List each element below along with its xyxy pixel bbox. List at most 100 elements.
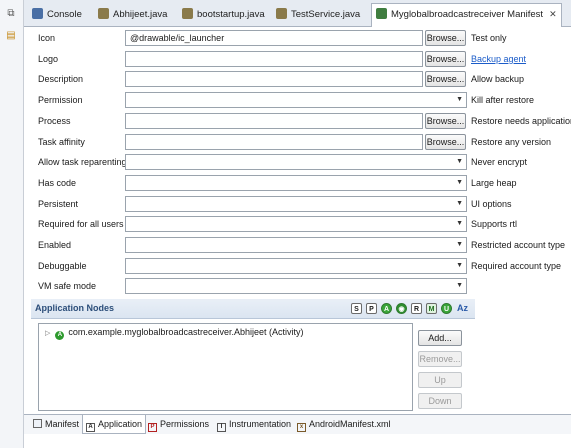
vm-safe-mode-select[interactable]: ▼: [125, 278, 467, 295]
instrumentation-page-icon: I: [217, 423, 226, 432]
java-file-icon: [182, 8, 193, 19]
tab-label: Manifest: [45, 419, 80, 429]
has-code-label: Has code: [38, 177, 77, 188]
tab-label: TestService.java: [291, 9, 361, 20]
row-logo: Logo Browse... Backup agent: [24, 50, 571, 70]
tab-label: Console: [47, 9, 82, 20]
restore-needs-application-label: Restore needs application: [471, 115, 571, 126]
row-description: Description Browse... Allow backup: [24, 70, 571, 90]
process-browse-button[interactable]: Browse...: [425, 112, 466, 129]
manifest-editor-pages: Manifest A Application P Permissions I Inst…: [24, 414, 571, 434]
large-heap-label: Large heap: [471, 177, 517, 188]
tab-testservice-java[interactable]: TestService.java: [272, 4, 364, 25]
permission-label: Permission: [38, 95, 83, 106]
application-nodes-header: Application Nodes S P A ◉ R M U Az: [31, 299, 475, 319]
receiver-icon[interactable]: R: [411, 303, 422, 314]
uses-library-icon[interactable]: U: [441, 303, 452, 314]
tab-abhijeet-java[interactable]: Abhijeet.java: [94, 4, 171, 25]
task-affinity-browse-button[interactable]: Browse...: [425, 133, 466, 150]
package-explorer-icon[interactable]: ▤: [5, 30, 17, 42]
allow-task-reparenting-label: Allow task reparenting: [38, 157, 127, 168]
expand-arrow-icon[interactable]: ▷: [45, 330, 50, 337]
tab-label: Application: [98, 419, 143, 429]
activity-icon[interactable]: A: [381, 303, 392, 314]
tab-label: bootstartup.java: [197, 9, 265, 20]
metadata-icon[interactable]: M: [426, 303, 437, 314]
up-button[interactable]: Up: [418, 372, 462, 388]
task-affinity-input[interactable]: [125, 133, 423, 150]
close-icon[interactable]: ✕: [549, 9, 557, 19]
editor-tab-bar: Console Abhijeet.java bootstartup.java T…: [24, 0, 571, 27]
row-process: Process Browse... Restore needs applicatio…: [24, 112, 571, 132]
required-for-all-users-select[interactable]: ▼: [125, 216, 467, 233]
enabled-select[interactable]: ▼: [125, 237, 467, 253]
logo-input[interactable]: [125, 50, 423, 67]
icon-browse-button[interactable]: Browse...: [425, 30, 466, 46]
tab-label: Myglobalbroadcastreceiver Manifest: [391, 9, 544, 20]
tab-console[interactable]: Console: [28, 4, 86, 25]
tab-androidmanifest-xml[interactable]: x AndroidManifest.xml: [294, 415, 394, 433]
row-required-for-all-users: Required for all users ▼ Supports rtl: [24, 215, 571, 235]
application-nodes-title: Application Nodes: [35, 303, 115, 313]
service-icon[interactable]: S: [351, 303, 362, 314]
task-affinity-label: Task affinity: [38, 136, 85, 147]
backup-agent-link[interactable]: Backup agent: [471, 54, 526, 64]
logo-browse-button[interactable]: Browse...: [425, 50, 466, 67]
supports-rtl-label: Supports rtl: [471, 219, 518, 230]
application-page-icon: A: [86, 423, 95, 432]
allow-backup-label: Allow backup: [471, 74, 525, 85]
allow-task-reparenting-select[interactable]: ▼: [125, 154, 467, 171]
row-task-affinity: Task affinity Browse... Restore any versio…: [24, 133, 571, 153]
row-persistent: Persistent ▼ UI options: [24, 195, 571, 215]
permissions-page-icon: P: [148, 423, 157, 432]
chevron-down-icon[interactable]: ▼: [456, 220, 463, 227]
chevron-down-icon[interactable]: ▼: [456, 158, 463, 165]
process-input[interactable]: [125, 112, 423, 129]
tab-application-page[interactable]: A Application: [82, 415, 147, 434]
chevron-down-icon[interactable]: ▼: [456, 200, 463, 207]
description-label: Description: [38, 74, 84, 85]
tree-node-label: com.example.myglobalbroadcastreceiver.Ab…: [68, 327, 304, 337]
description-input[interactable]: [125, 71, 423, 88]
add-button[interactable]: Add...: [418, 330, 462, 346]
down-button[interactable]: Down: [418, 393, 462, 409]
java-file-icon: [276, 8, 287, 19]
tab-instrumentation-page[interactable]: I Instrumentation: [214, 415, 294, 433]
vm-safe-mode-label: VM safe mode: [38, 281, 97, 292]
activity-alias-icon[interactable]: ◉: [396, 303, 407, 314]
description-browse-button[interactable]: Browse...: [425, 71, 466, 88]
xml-file-icon: x: [297, 423, 306, 432]
chevron-down-icon[interactable]: ▼: [456, 179, 463, 186]
restore-icon[interactable]: ⧉: [5, 8, 17, 20]
row-icon: Icon @drawable/ic_launcher Browse... Test o…: [24, 29, 571, 49]
permission-select[interactable]: ▼: [125, 92, 467, 109]
row-permission: Permission ▼ Kill after restore: [24, 91, 571, 111]
chevron-down-icon[interactable]: ▼: [456, 241, 463, 248]
tab-label: Permissions: [160, 419, 210, 429]
tab-manifest-page[interactable]: Manifest: [30, 415, 82, 433]
tab-label: Instrumentation: [229, 419, 292, 429]
process-label: Process: [38, 115, 71, 126]
has-code-select[interactable]: ▼: [125, 174, 467, 191]
sort-alphabetically-icon[interactable]: Az: [457, 303, 468, 313]
tree-node-activity[interactable]: ▷ Acom.example.myglobalbroadcastreceiver.…: [45, 327, 304, 340]
tab-label: AndroidManifest.xml: [309, 419, 391, 429]
persistent-select[interactable]: ▼: [125, 195, 467, 212]
tab-permissions-page[interactable]: P Permissions: [145, 415, 212, 433]
row-vm-safe-mode: VM safe mode ▼: [24, 277, 571, 297]
required-account-type-label: Required account type: [471, 260, 562, 271]
row-enabled: Enabled ▼ Restricted account type: [24, 236, 571, 256]
row-has-code: Has code ▼ Large heap: [24, 174, 571, 194]
icon-input[interactable]: @drawable/ic_launcher: [125, 30, 423, 46]
provider-icon[interactable]: P: [366, 303, 377, 314]
chevron-down-icon[interactable]: ▼: [456, 262, 463, 269]
application-nodes-tree[interactable]: ▷ Acom.example.myglobalbroadcastreceiver.…: [38, 323, 413, 411]
logo-label: Logo: [38, 53, 59, 64]
chevron-down-icon[interactable]: ▼: [456, 282, 463, 289]
remove-button[interactable]: Remove...: [418, 351, 462, 367]
tab-bootstartup-java[interactable]: bootstartup.java: [178, 4, 269, 25]
required-for-all-users-label: Required for all users: [38, 219, 124, 230]
chevron-down-icon[interactable]: ▼: [456, 96, 463, 103]
debuggable-select[interactable]: ▼: [125, 257, 467, 274]
tab-manifest[interactable]: Myglobalbroadcastreceiver Manifest ✕: [371, 3, 562, 27]
